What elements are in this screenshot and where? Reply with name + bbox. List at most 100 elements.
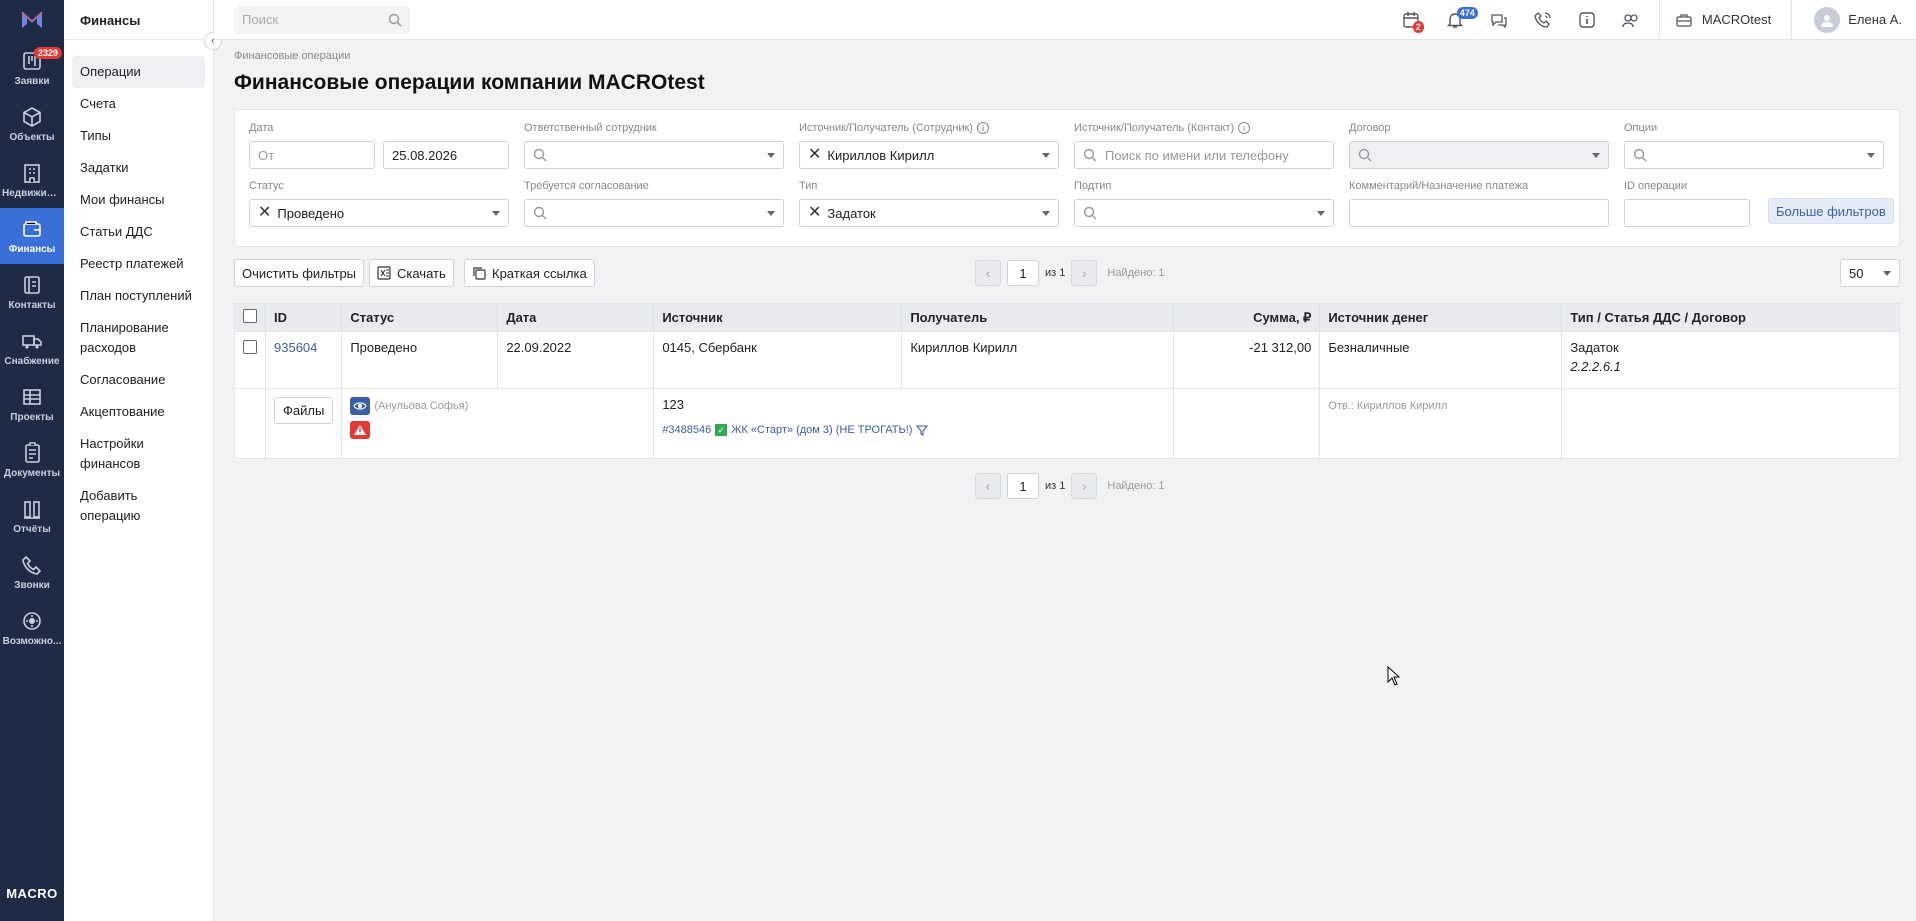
search-icon <box>533 148 547 162</box>
col-type[interactable]: Тип / Статья ДДС / Договор <box>1561 303 1900 332</box>
calendar-button[interactable]: 2 <box>1389 0 1433 40</box>
op-id-input[interactable] <box>1624 199 1750 227</box>
col-date[interactable]: Дата <box>497 303 655 332</box>
more-filters-button[interactable]: Больше фильтров <box>1768 198 1894 224</box>
rail-item-8[interactable]: Отчёты <box>0 488 64 544</box>
col-recipient[interactable]: Получатель <box>901 303 1175 332</box>
page-input[interactable]: 1 <box>1007 260 1039 286</box>
copy-icon <box>473 267 486 280</box>
divider <box>1791 0 1793 40</box>
col-amount[interactable]: Сумма, ₽ <box>1173 303 1321 332</box>
sidebar-item[interactable]: Типы <box>72 120 205 152</box>
date-to-value: 25.08.2026 <box>392 147 458 163</box>
clear-filters-button[interactable]: Очистить фильтры <box>234 259 365 287</box>
team-button[interactable] <box>1609 0 1653 40</box>
breadcrumb[interactable]: Финансовые операции <box>234 50 1900 62</box>
app-logo[interactable] <box>0 0 64 40</box>
date-to-input[interactable]: 25.08.2026 <box>383 141 509 169</box>
type-filter: Тип ✕ Задаток <box>799 179 1059 227</box>
calls-button[interactable] <box>1521 0 1565 40</box>
source-contact-placeholder: Поиск по имени или телефону <box>1105 147 1289 163</box>
global-search-input[interactable]: Поиск <box>234 5 410 34</box>
sidebar-item[interactable]: Согласование <box>72 364 205 396</box>
sidebar-item[interactable]: Статьи ДДС <box>72 216 205 248</box>
reports-icon <box>24 500 40 519</box>
sidebar-item[interactable]: Акцептование <box>72 396 205 428</box>
sidebar-item[interactable]: Мои финансы <box>72 184 205 216</box>
rail-item-2[interactable]: Недвижим... <box>0 152 64 208</box>
section-sidebar: Финансы ‹ Операции Счета Типы Задатки Мои фи… <box>64 0 222 921</box>
col-status[interactable]: Статус <box>341 303 499 332</box>
prev-page-button[interactable]: ‹ <box>975 473 1001 499</box>
type-select[interactable]: ✕ Задаток <box>799 199 1059 227</box>
sidebar-item[interactable]: Задатки <box>72 152 205 184</box>
per-page-select[interactable]: 50 <box>1840 259 1900 287</box>
table-row: 935604 Проведено 22.09.2022 0145, Сберба… <box>234 331 1900 389</box>
download-label: Скачать <box>397 265 446 281</box>
short-link-label: Краткая ссылка <box>492 265 587 281</box>
detail-amount-cell <box>1173 388 1321 459</box>
search-placeholder: Поиск <box>242 12 279 27</box>
sidebar-item[interactable]: План поступлений <box>72 280 205 312</box>
info-button[interactable] <box>1565 0 1609 40</box>
deal-link[interactable]: #3488546 ✓ ЖК «Старт» (дом 3) (НЕ ТРОГАТ… <box>662 424 1165 436</box>
prev-page-button[interactable]: ‹ <box>975 260 1001 286</box>
select-all-checkbox[interactable] <box>243 309 257 323</box>
source-contact-input[interactable]: Поиск по имени или телефону <box>1074 141 1334 169</box>
pagination-bottom: ‹ 1 из 1 › Найдено: 1 <box>975 473 1165 499</box>
warning-icon[interactable] <box>350 421 371 439</box>
status-select[interactable]: ✕ Проведено <box>249 199 509 227</box>
page-input[interactable]: 1 <box>1007 473 1039 499</box>
rail-item-5[interactable]: Снабжение <box>0 320 64 376</box>
table-detail-row: Файлы (Анульова Софья) 123 #3488546 ✓ ЖК… <box>234 388 1900 459</box>
operation-id-link[interactable]: 935604 <box>274 340 317 355</box>
next-page-button[interactable]: › <box>1071 473 1098 499</box>
gear-icon <box>23 611 41 630</box>
rail-item-10[interactable]: Возможно... <box>0 600 64 656</box>
clear-selection-icon[interactable]: ✕ <box>808 147 821 163</box>
company-switcher[interactable]: MACROtest <box>1666 12 1785 27</box>
short-link-button[interactable]: Краткая ссылка <box>464 259 595 287</box>
info-icon[interactable]: i <box>976 122 989 134</box>
rail-item-label: Финансы <box>8 243 56 255</box>
rail-item-0[interactable]: Заявки 2329 <box>0 40 64 96</box>
rail-item-9[interactable]: Звонки <box>0 544 64 600</box>
row-checkbox[interactable] <box>243 340 257 354</box>
clear-selection-icon[interactable]: ✕ <box>258 205 271 221</box>
col-id[interactable]: ID <box>265 303 343 332</box>
rail-item-6[interactable]: Проекты <box>0 376 64 432</box>
col-source[interactable]: Источник <box>653 303 903 332</box>
filter-icon[interactable] <box>916 424 929 436</box>
download-button[interactable]: Скачать <box>369 259 454 287</box>
contract-select[interactable] <box>1349 141 1609 169</box>
rail-item-7[interactable]: Документы <box>0 432 64 488</box>
chat-button[interactable] <box>1477 0 1521 40</box>
clear-selection-icon[interactable]: ✕ <box>808 205 821 221</box>
approval-select[interactable] <box>524 199 784 227</box>
rail-item-1[interactable]: Объекты <box>0 96 64 152</box>
sidebar-item[interactable]: Настройки финансов <box>72 428 205 480</box>
col-money-source[interactable]: Источник денег <box>1319 303 1563 332</box>
options-select[interactable] <box>1624 141 1884 169</box>
eye-icon[interactable] <box>350 397 371 415</box>
files-button[interactable]: Файлы <box>274 397 334 424</box>
responsible-select[interactable] <box>524 141 784 169</box>
sidebar-item[interactable]: Реестр платежей <box>72 248 205 280</box>
rail-item-3[interactable]: Финансы <box>0 208 64 264</box>
source-employee-select[interactable]: ✕ Кириллов Кирилл <box>799 141 1059 169</box>
comment-input[interactable] <box>1349 199 1609 227</box>
sidebar-item[interactable]: Операции <box>72 56 205 88</box>
sidebar-item[interactable]: Добавить операцию <box>72 480 205 532</box>
sidebar-item[interactable]: Планирование расходов <box>72 312 205 364</box>
subtype-select[interactable] <box>1074 199 1334 227</box>
date-from-input[interactable]: От <box>249 141 375 169</box>
source-employee-filter: Источник/Получатель (Сотрудник) i ✕ Кирил… <box>799 121 1059 169</box>
rail-item-4[interactable]: Контакты <box>0 264 64 320</box>
type-label: Тип <box>799 180 818 192</box>
sidebar-item[interactable]: Счета <box>72 88 205 120</box>
chevron-down-icon <box>1867 152 1875 158</box>
notifications-button[interactable]: 474 <box>1433 0 1478 40</box>
next-page-button[interactable]: › <box>1071 260 1098 286</box>
info-icon[interactable]: i <box>1238 122 1251 134</box>
user-menu[interactable]: Елена А. <box>1798 6 1916 33</box>
